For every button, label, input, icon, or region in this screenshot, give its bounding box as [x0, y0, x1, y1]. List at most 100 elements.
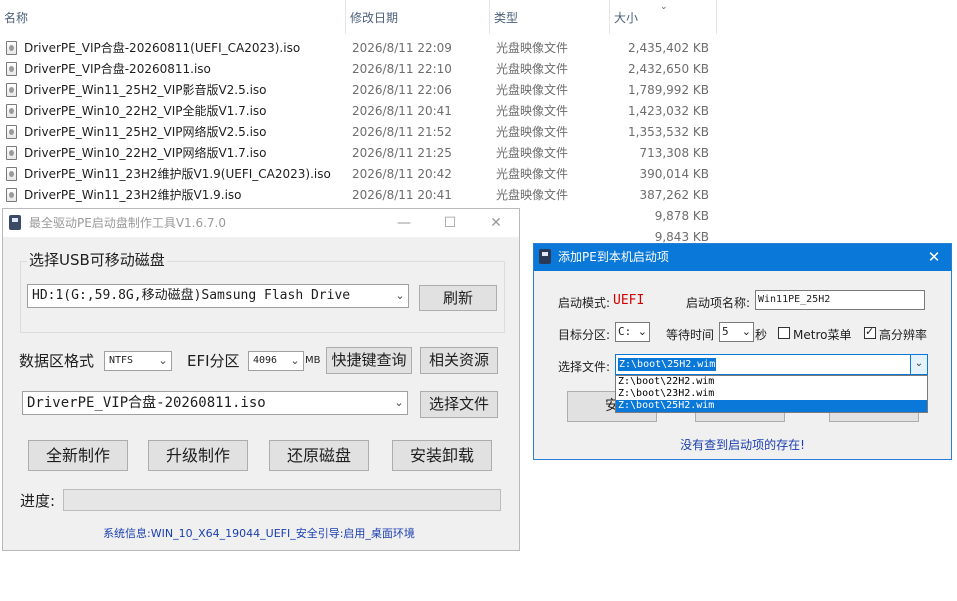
wim-file-select[interactable]: Z:\boot\25H2.wim ⌄ — [615, 354, 928, 375]
metro-menu-checkbox[interactable] — [778, 327, 790, 339]
file-row[interactable]: DriverPE_Win11_25H2_VIP网络版V2.5.iso 2026/8… — [0, 122, 720, 143]
disc-image-file-icon — [6, 125, 17, 139]
disc-image-file-icon — [6, 146, 17, 160]
file-date: 2026/8/11 21:52 — [352, 125, 452, 139]
refresh-button[interactable]: 刷新 — [419, 285, 497, 311]
minimize-icon[interactable]: — — [381, 209, 427, 237]
file-date: 2026/8/11 20:41 — [352, 188, 452, 202]
close-icon[interactable]: ✕ — [917, 244, 951, 271]
system-info: 系统信息:WIN_10_X64_19044_UEFI_安全引导:启用_桌面环境 — [103, 527, 415, 540]
data-format-label: 数据区格式 — [19, 352, 95, 370]
data-format-select[interactable]: NTFS ⌄ — [104, 351, 172, 371]
column-name-label: 名称 — [4, 11, 29, 25]
add-boot-entry-dialog: 添加PE到本机启动项 ✕ 启动模式: UEFI 启动项名称: Win11PE_2… — [533, 243, 952, 460]
file-row[interactable]: DriverPE_VIP合盘-20260811.iso 2026/8/11 22:… — [0, 59, 720, 80]
chevron-down-icon[interactable]: ⌄ — [910, 355, 927, 374]
maximize-icon[interactable]: ☐ — [427, 209, 473, 237]
wait-time-value: 5 — [722, 325, 729, 338]
close-icon[interactable]: ✕ — [473, 209, 519, 237]
file-name: DriverPE_Win11_23H2维护版V1.9.iso — [24, 188, 242, 202]
file-name: DriverPE_Win11_23H2维护版V1.9(UEFI_CA2023).… — [24, 167, 331, 181]
pe-tool-window: 最全驱动PE启动盘制作工具V1.6.7.0 — ☐ ✕ 选择USB可移动磁盘 H… — [2, 208, 520, 551]
column-header-name[interactable]: 名称 — [0, 0, 346, 34]
chevron-down-icon: ⌄ — [741, 325, 751, 338]
dialog-title: 添加PE到本机启动项 — [558, 250, 669, 264]
boot-mode-label: 启动模式: — [558, 296, 611, 310]
chevron-down-icon: ⌄ — [395, 289, 405, 302]
iso-file-select[interactable]: DriverPE_VIP合盘-20260811.iso ⌄ — [22, 391, 408, 415]
entry-name-label: 启动项名称: — [686, 296, 751, 310]
wim-file-dropdown-list: Z:\boot\22H2.wim Z:\boot\23H2.wim Z:\boot\… — [615, 375, 928, 413]
boot-mode-value: UEFI — [613, 293, 645, 308]
file-type: 光盘映像文件 — [496, 62, 569, 76]
tool-title: 最全驱动PE启动盘制作工具V1.6.7.0 — [29, 216, 227, 230]
wim-file-option[interactable]: Z:\boot\23H2.wim — [616, 388, 927, 400]
select-file-button[interactable]: 选择文件 — [420, 391, 498, 418]
new-make-button[interactable]: 全新制作 — [28, 440, 128, 471]
progress-label: 进度: — [20, 492, 56, 510]
usb-drive-select[interactable]: HD:1(G:,59.8G,移动磁盘)Samsung Flash Drive ⌄ — [27, 284, 409, 308]
select-file-label: 选择文件: — [558, 360, 611, 374]
file-row[interactable]: DriverPE_Win11_23H2维护版V1.9.iso 2026/8/11 … — [0, 185, 720, 206]
entry-name-input[interactable]: Win11PE_25H2 — [755, 290, 925, 310]
efi-size-select[interactable]: 4096 ⌄ — [248, 351, 304, 371]
upgrade-make-button[interactable]: 升级制作 — [148, 440, 248, 471]
metro-menu-label: Metro菜单 — [793, 328, 852, 342]
file-row[interactable]: DriverPE_Win10_22H2_VIP全能版V1.7.iso 2026/8… — [0, 101, 720, 122]
wait-time-label: 等待时间 — [666, 328, 715, 342]
file-type: 光盘映像文件 — [496, 41, 569, 55]
file-type: 光盘映像文件 — [496, 83, 569, 97]
target-partition-value: C: — [618, 325, 632, 338]
wait-time-select[interactable]: 5 ⌄ — [719, 322, 754, 342]
column-date-label: 修改日期 — [350, 11, 399, 25]
target-partition-label: 目标分区: — [558, 328, 611, 342]
file-row[interactable]: DriverPE_Win11_25H2_VIP影音版V2.5.iso 2026/8… — [0, 80, 720, 101]
disc-image-file-icon — [6, 104, 17, 118]
file-type: 光盘映像文件 — [496, 167, 569, 181]
file-name: DriverPE_Win11_25H2_VIP影音版V2.5.iso — [24, 83, 267, 97]
usb-drive-value: HD:1(G:,59.8G,移动磁盘)Samsung Flash Drive — [32, 288, 351, 303]
disc-image-file-icon — [6, 167, 17, 181]
install-uninstall-button[interactable]: 安装卸载 — [392, 440, 492, 471]
file-name: DriverPE_VIP合盘-20260811(UEFI_CA2023).iso — [24, 41, 301, 55]
file-size: 390,014 KB — [639, 167, 709, 181]
file-name: DriverPE_Win10_22H2_VIP网络版V1.7.iso — [24, 146, 267, 160]
column-header-date[interactable]: 修改日期 — [346, 0, 490, 34]
dialog-titlebar[interactable]: 添加PE到本机启动项 ✕ — [534, 244, 951, 271]
file-row[interactable]: DriverPE_Win11_23H2维护版V1.9(UEFI_CA2023).… — [0, 164, 720, 185]
tool-titlebar[interactable]: 最全驱动PE启动盘制作工具V1.6.7.0 — ☐ ✕ — [3, 209, 519, 237]
file-row[interactable]: DriverPE_VIP合盘-20260811(UEFI_CA2023).iso… — [0, 38, 720, 59]
wim-file-option[interactable]: Z:\boot\25H2.wim — [616, 400, 927, 412]
file-row[interactable]: DriverPE_Win10_22H2_VIP网络版V1.7.iso 2026/8… — [0, 143, 720, 164]
high-resolution-checkbox[interactable]: ✓ — [864, 325, 876, 339]
efi-partition-label: EFI分区 — [187, 352, 240, 370]
efi-unit: MB — [305, 355, 321, 366]
column-header-type[interactable]: 类型 — [490, 0, 610, 34]
sort-descending-icon: ⌄ — [660, 2, 668, 12]
related-resources-button[interactable]: 相关资源 — [420, 347, 498, 374]
boot-entry-warning: 没有查到启动项的存在! — [680, 438, 805, 452]
file-date: 2026/8/11 22:10 — [352, 62, 452, 76]
file-date: 2026/8/11 20:41 — [352, 104, 452, 118]
checkmark-icon: ✓ — [865, 325, 875, 338]
file-size: 387,262 KB — [639, 188, 709, 202]
wim-file-value: Z:\boot\25H2.wim — [618, 358, 717, 371]
file-size: 2,435,402 KB — [628, 41, 709, 55]
disc-image-file-icon — [6, 188, 17, 202]
file-name: DriverPE_Win11_25H2_VIP网络版V2.5.iso — [24, 125, 267, 139]
hotkey-query-button[interactable]: 快捷键查询 — [326, 347, 412, 374]
file-size: 1,789,992 KB — [628, 83, 709, 97]
file-type: 光盘映像文件 — [496, 146, 569, 160]
chevron-down-icon: ⌄ — [394, 396, 404, 409]
restore-disk-button[interactable]: 还原磁盘 — [269, 440, 369, 471]
iso-file-value: DriverPE_VIP合盘-20260811.iso — [27, 395, 266, 411]
wim-file-option[interactable]: Z:\boot\22H2.wim — [616, 376, 927, 388]
file-size: 9,878 KB — [654, 209, 709, 223]
entry-name-value: Win11PE_25H2 — [758, 294, 831, 305]
chevron-down-icon: ⌄ — [290, 354, 300, 367]
progress-bar — [63, 489, 501, 511]
file-size: 713,308 KB — [639, 146, 709, 160]
chevron-down-icon: ⌄ — [637, 325, 647, 338]
target-partition-select[interactable]: C: ⌄ — [615, 322, 650, 342]
efi-size-value: 4096 — [253, 355, 278, 366]
